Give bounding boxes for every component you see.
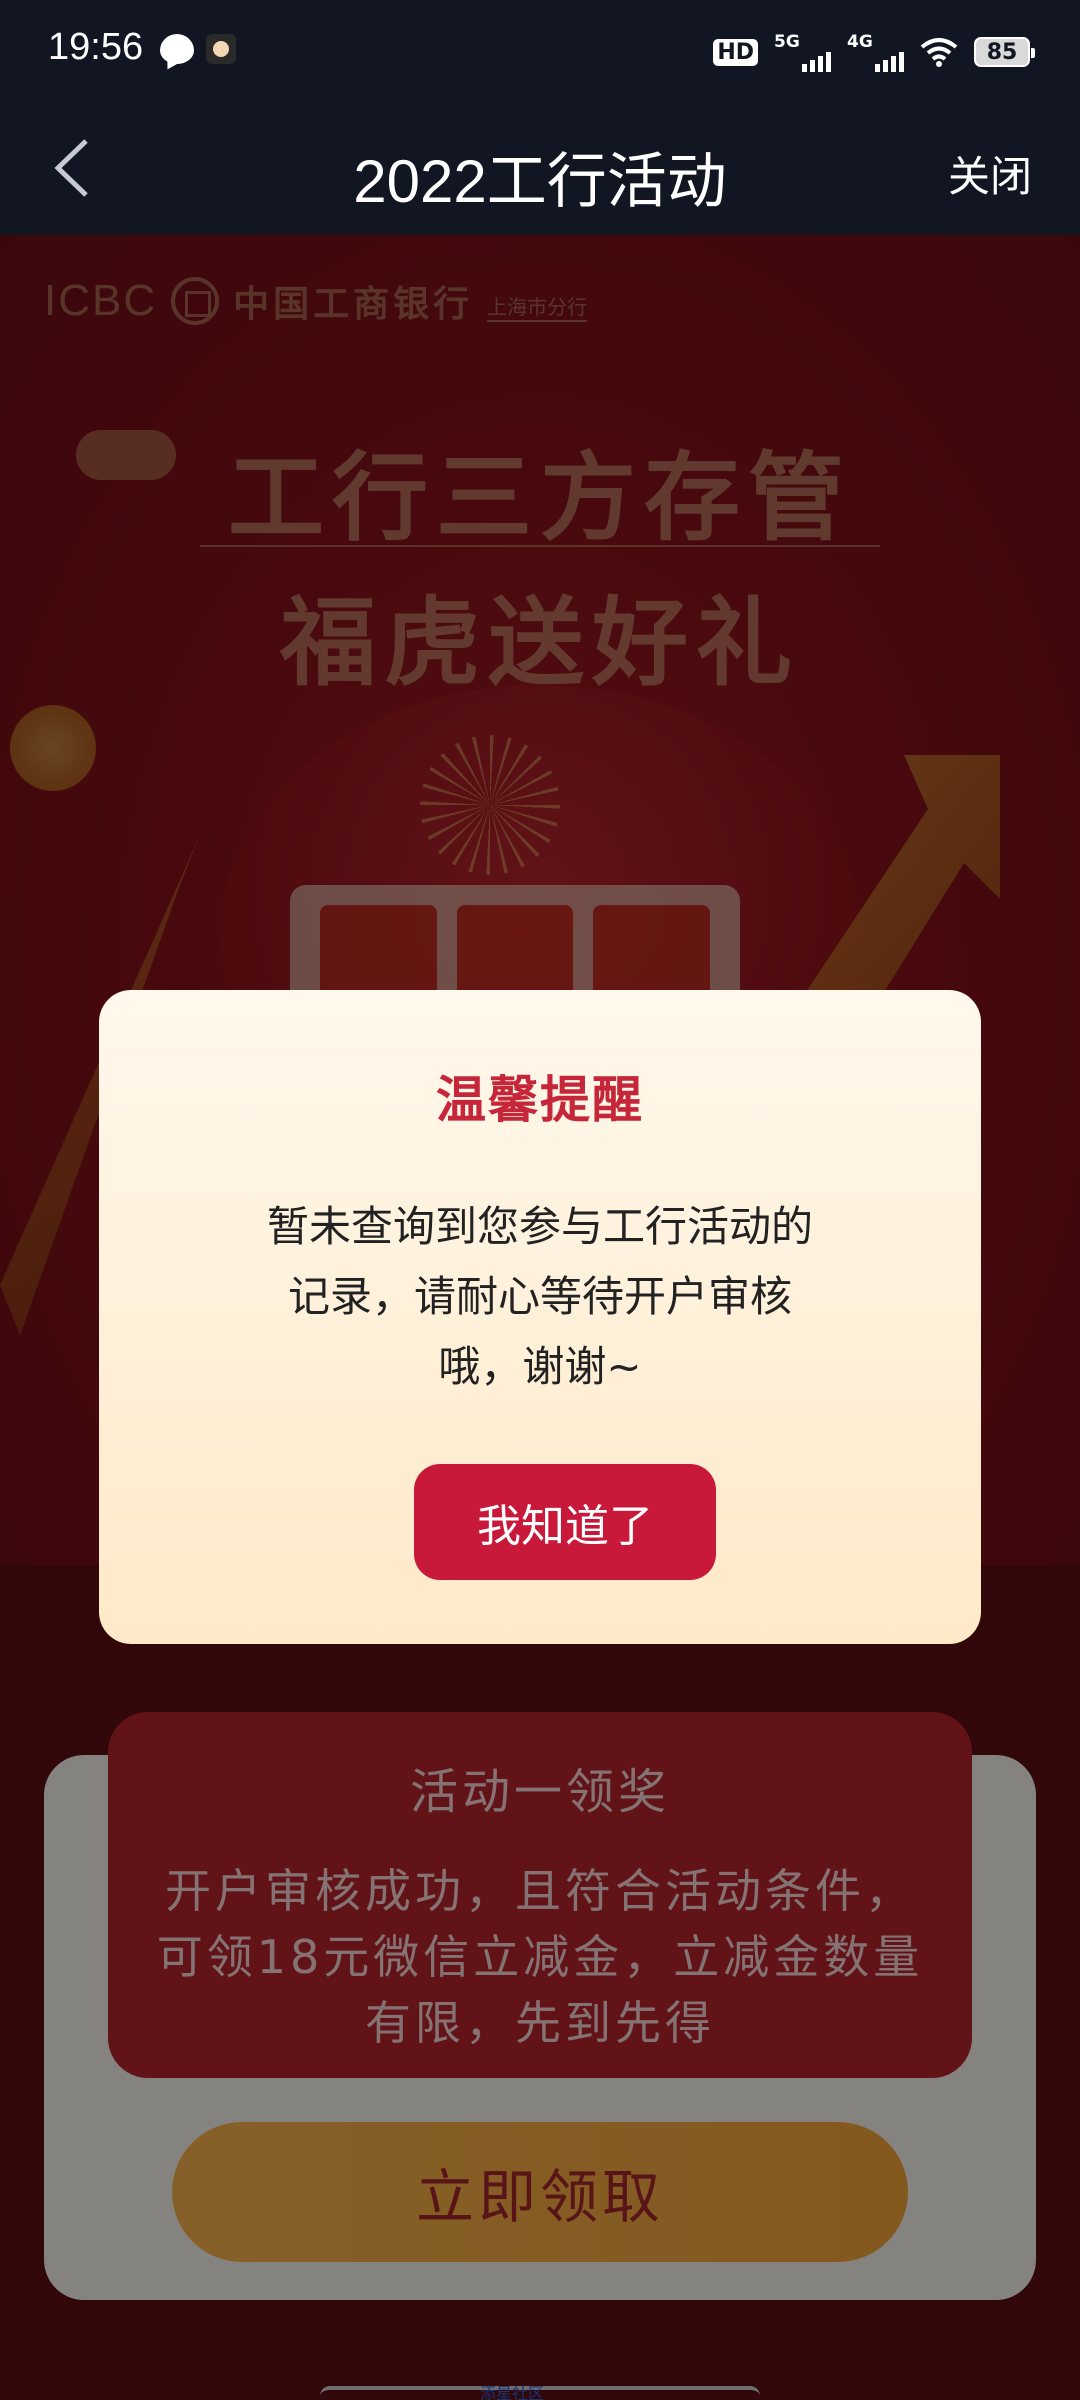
- battery-level: 85: [986, 39, 1018, 65]
- status-bar: 19:56 HD 5G 4G 85: [0, 0, 1080, 105]
- message-icon: [160, 34, 194, 64]
- dialog-message: 暂未查询到您参与工行活动的 记录，请耐心等待开户审核 哦，谢谢~: [230, 1192, 850, 1402]
- dialog-message-line: 暂未查询到您参与工行活动的: [266, 1202, 813, 1251]
- nav-bar: 2022工行活动 关闭: [0, 105, 1080, 235]
- dialog-message-line: 记录，请耐心等待开户审核: [287, 1272, 792, 1321]
- dialog-message-line: 哦，谢谢~: [438, 1342, 642, 1391]
- wifi-icon: [920, 38, 958, 67]
- hd-icon: HD: [713, 38, 758, 66]
- signal-5g-label: 5G: [774, 32, 800, 52]
- acknowledge-button[interactable]: 我知道了: [414, 1464, 716, 1580]
- signal-4g-label: 4G: [847, 32, 873, 52]
- battery-icon: 85: [974, 37, 1035, 67]
- status-time: 19:56: [48, 26, 144, 68]
- status-indicators: HD 5G 4G 85: [713, 30, 1035, 74]
- signal-4g-icon: 4G: [847, 32, 904, 72]
- reminder-dialog: 温馨提醒 暂未查询到您参与工行活动的 记录，请耐心等待开户审核 哦，谢谢~ 我知…: [99, 990, 981, 1644]
- page-title: 2022工行活动: [353, 148, 727, 215]
- signal-5g-icon: 5G: [774, 32, 831, 72]
- app-icon: [206, 34, 236, 64]
- dialog-title: 温馨提醒: [436, 1071, 644, 1129]
- close-button[interactable]: 关闭: [948, 143, 1032, 204]
